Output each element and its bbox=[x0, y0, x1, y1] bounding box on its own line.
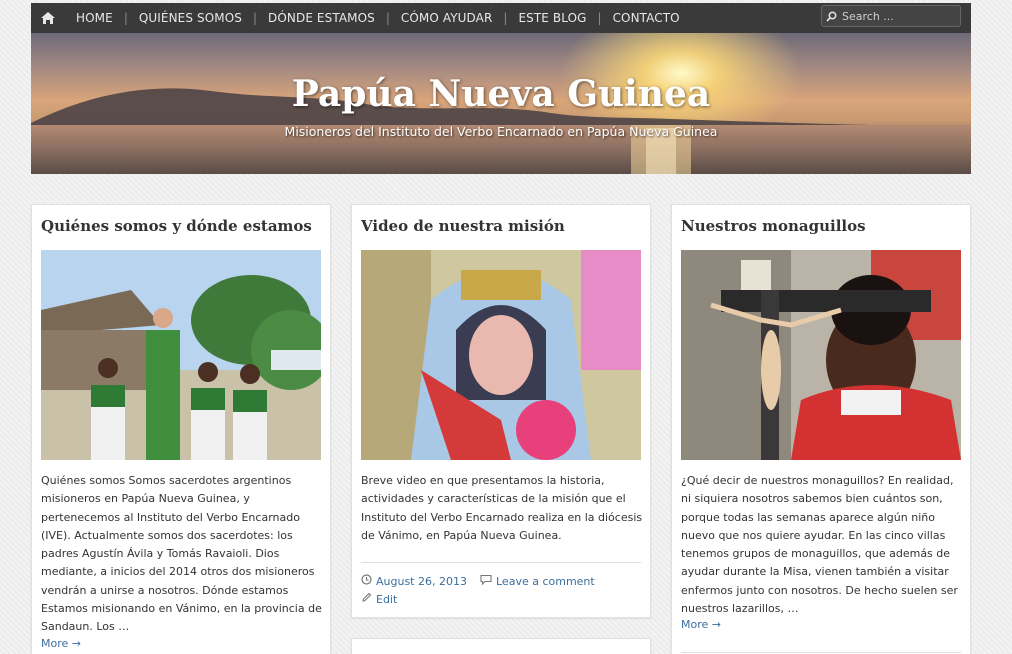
post-thumbnail[interactable] bbox=[41, 250, 321, 460]
nav-item-contacto[interactable]: CONTACTO bbox=[602, 3, 691, 33]
edit-link[interactable]: Edit bbox=[361, 592, 397, 606]
post-date-text[interactable]: August 26, 2013 bbox=[376, 575, 467, 588]
post-thumbnail[interactable] bbox=[681, 250, 961, 460]
nav-item-home[interactable]: HOME bbox=[65, 3, 124, 33]
leave-comment-text[interactable]: Leave a comment bbox=[496, 575, 595, 588]
more-link[interactable]: More → bbox=[681, 618, 721, 631]
post-card-partial bbox=[351, 638, 651, 654]
post-meta-divider bbox=[361, 562, 641, 563]
search-icon bbox=[826, 7, 837, 26]
nav-item-quienes-somos[interactable]: QUIÉNES SOMOS bbox=[128, 3, 253, 33]
nav-item-donde-estamos[interactable]: DÓNDE ESTAMOS bbox=[257, 3, 386, 33]
leave-comment-link[interactable]: Leave a comment bbox=[480, 574, 595, 588]
post-date[interactable]: August 26, 2013 bbox=[361, 574, 467, 588]
search-box bbox=[821, 5, 961, 27]
post-card-monaguillos: Nuestros monaguillos ¿Qué decir de nuest… bbox=[671, 204, 971, 654]
comment-bubble-icon bbox=[480, 574, 492, 588]
post-card-quienes-somos: Quiénes somos y dónde estamos Quiénes so… bbox=[31, 204, 331, 654]
nav-menu: HOME | QUIÉNES SOMOS | DÓNDE ESTAMOS | C… bbox=[65, 3, 691, 33]
post-title[interactable]: Quiénes somos y dónde estamos bbox=[41, 217, 312, 235]
pencil-icon bbox=[361, 592, 372, 606]
nav-item-como-ayudar[interactable]: CÓMO AYUDAR bbox=[390, 3, 504, 33]
site-title[interactable]: Papúa Nueva Guinea bbox=[31, 73, 971, 115]
nav-item-este-blog[interactable]: ESTE BLOG bbox=[507, 3, 597, 33]
post-title[interactable]: Nuestros monaguillos bbox=[681, 217, 866, 235]
post-excerpt: ¿Qué decir de nuestros monaguillos? En r… bbox=[681, 474, 958, 616]
top-navbar: HOME | QUIÉNES SOMOS | DÓNDE ESTAMOS | C… bbox=[31, 3, 971, 33]
site-tagline: Misioneros del Instituto del Verbo Encar… bbox=[284, 124, 718, 139]
post-card-video: Video de nuestra misión Breve video en q… bbox=[351, 204, 651, 618]
post-excerpt: Quiénes somos Somos sacerdotes argentino… bbox=[41, 474, 322, 634]
more-link[interactable]: More → bbox=[41, 637, 81, 650]
search-input[interactable] bbox=[842, 9, 952, 23]
clock-icon bbox=[361, 574, 372, 588]
home-icon[interactable] bbox=[31, 3, 65, 33]
post-meta-divider bbox=[681, 652, 961, 653]
post-title[interactable]: Video de nuestra misión bbox=[361, 217, 565, 235]
post-thumbnail[interactable] bbox=[361, 250, 641, 460]
header-banner: Papúa Nueva Guinea Misioneros del Instit… bbox=[31, 33, 971, 174]
post-excerpt: Breve video en que presentamos la histor… bbox=[361, 474, 643, 542]
edit-text[interactable]: Edit bbox=[376, 593, 397, 606]
